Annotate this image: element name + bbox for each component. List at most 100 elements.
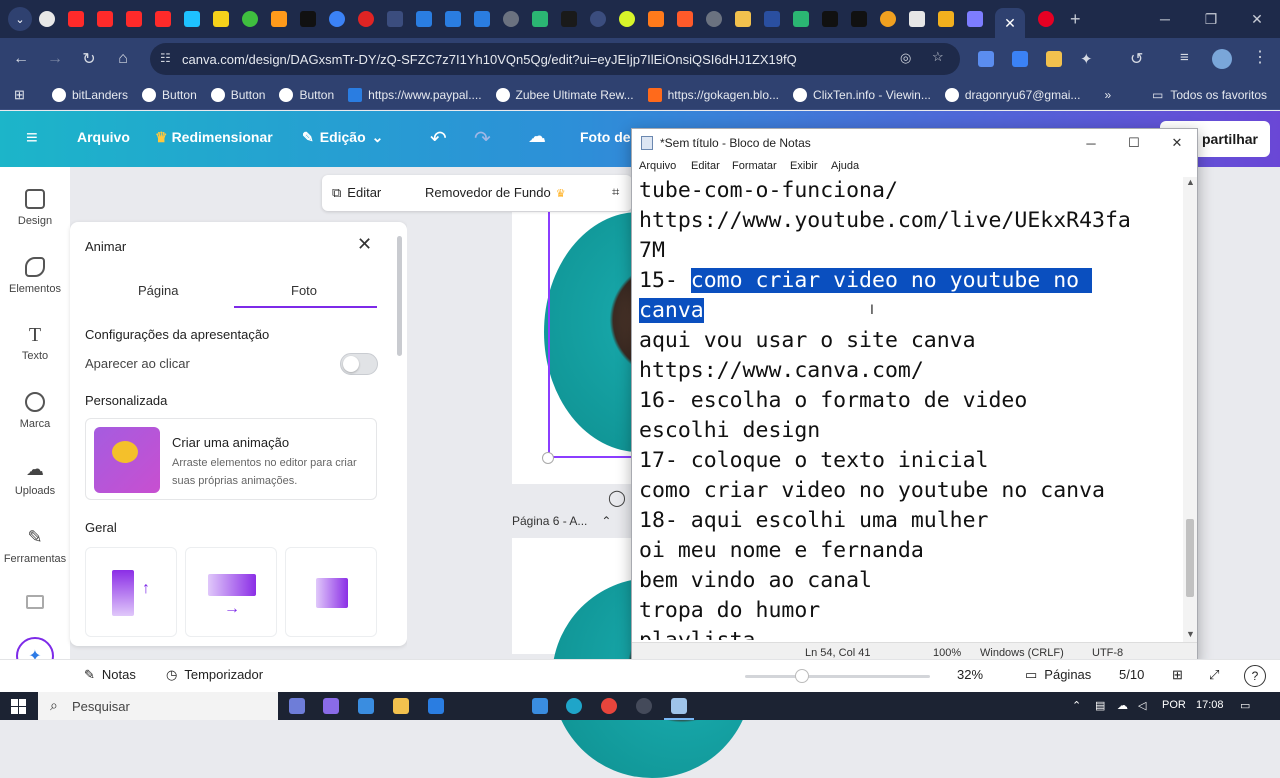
- tab-favicon[interactable]: [880, 11, 896, 27]
- menu-file[interactable]: Arquivo: [639, 160, 676, 172]
- tab-favicon[interactable]: [213, 11, 229, 27]
- input-language[interactable]: POR: [1162, 699, 1186, 711]
- tab-favicon[interactable]: [387, 11, 403, 27]
- menu-view[interactable]: Exibir: [790, 160, 818, 172]
- notes-button[interactable]: ✎ Notas: [84, 667, 136, 683]
- tab-favicon[interactable]: [184, 11, 200, 27]
- taskbar-app-icon[interactable]: [428, 698, 444, 714]
- file-menu[interactable]: Arquivo: [77, 129, 130, 145]
- tab-favicon-youtube[interactable]: [68, 11, 84, 27]
- taskbar-app-icon[interactable]: [636, 698, 652, 714]
- edge-icon[interactable]: [566, 698, 582, 714]
- back-icon[interactable]: ←: [4, 42, 38, 76]
- chrome-icon[interactable]: [601, 698, 617, 714]
- notepad-text-area[interactable]: tube-com-o-funciona/https://www.youtube.…: [639, 176, 1184, 640]
- new-tab-icon[interactable]: +: [1070, 9, 1081, 30]
- folder-icon[interactable]: [26, 595, 44, 609]
- windows-start-icon[interactable]: [11, 699, 26, 714]
- tab-favicon[interactable]: [851, 11, 867, 27]
- timer-button[interactable]: ◷ Temporizador: [166, 667, 263, 683]
- bookmark-item[interactable]: Zubee Ultimate Rew...: [495, 87, 634, 102]
- rail-item-elements[interactable]: Elementos: [0, 257, 70, 295]
- design-title[interactable]: Foto de: [580, 129, 631, 145]
- animation-preset-rise[interactable]: ↑: [85, 547, 177, 637]
- tab-favicon[interactable]: [271, 11, 287, 27]
- tab-favicon[interactable]: [242, 11, 258, 27]
- tab-favicon-youtube[interactable]: [97, 11, 113, 27]
- tray-chevron-up-icon[interactable]: ⌃: [1072, 699, 1081, 712]
- tab-favicon[interactable]: [938, 11, 954, 27]
- translate-icon[interactable]: [1012, 51, 1028, 67]
- comment-icon[interactable]: ◯: [608, 488, 626, 508]
- tab-favicon[interactable]: [706, 11, 722, 27]
- tab-favicon[interactable]: [793, 11, 809, 27]
- tab-search-button[interactable]: ⌄: [8, 7, 32, 31]
- close-icon[interactable]: ✕: [357, 234, 372, 255]
- tab-favicon[interactable]: [300, 11, 316, 27]
- tab-favicon-youtube[interactable]: [155, 11, 171, 27]
- bookmark-star-icon[interactable]: ☆: [932, 49, 944, 65]
- bookmark-item[interactable]: https://gokagen.blo...: [647, 87, 779, 102]
- tab-favicon[interactable]: [764, 11, 780, 27]
- tab-favicon[interactable]: [909, 11, 925, 27]
- site-info-icon[interactable]: ☷: [160, 51, 174, 65]
- window-restore-icon[interactable]: ❐: [1188, 0, 1234, 38]
- window-minimize-icon[interactable]: ─: [1142, 0, 1188, 38]
- onedrive-icon[interactable]: ☁: [1117, 699, 1128, 712]
- pages-button[interactable]: ▭ Páginas: [1025, 667, 1091, 683]
- design-page[interactable]: [512, 212, 734, 484]
- tab-favicon[interactable]: [967, 11, 983, 27]
- history-icon[interactable]: ↺: [1130, 49, 1143, 69]
- extension-icon[interactable]: [1046, 51, 1062, 67]
- chrome-menu-icon[interactable]: ⋮: [1252, 47, 1268, 67]
- window-close-icon[interactable]: ✕: [1234, 0, 1280, 38]
- tab-favicon[interactable]: [735, 11, 751, 27]
- animation-preset-pan[interactable]: →: [185, 547, 277, 637]
- scroll-down-icon[interactable]: ▼: [1186, 629, 1195, 639]
- tab-favicon[interactable]: [677, 11, 693, 27]
- bookmark-item[interactable]: Button: [210, 87, 265, 102]
- hamburger-menu-icon[interactable]: ≡: [26, 127, 38, 150]
- tab-photo[interactable]: Foto: [291, 283, 317, 298]
- cloud-save-icon[interactable]: ☁: [528, 126, 546, 147]
- edit-mode-dropdown[interactable]: ✎ Edição ⌄: [302, 129, 383, 146]
- help-button[interactable]: ?: [1244, 665, 1266, 687]
- volume-icon[interactable]: ◁: [1138, 699, 1146, 712]
- crop-icon[interactable]: ⌗: [612, 184, 619, 200]
- minimize-icon[interactable]: ─: [1069, 129, 1113, 157]
- tab-favicon[interactable]: [619, 11, 635, 27]
- rail-item-uploads[interactable]: ☁ Uploads: [0, 459, 70, 497]
- reload-icon[interactable]: ↻: [72, 42, 106, 76]
- menu-help[interactable]: Ajuda: [831, 160, 859, 172]
- tab-favicon[interactable]: [822, 11, 838, 27]
- tab-favicon[interactable]: [445, 11, 461, 27]
- bookmark-item[interactable]: Button: [142, 87, 197, 102]
- bookmark-item[interactable]: https://www.paypal....: [348, 87, 482, 102]
- file-explorer-icon[interactable]: [393, 698, 409, 714]
- home-icon[interactable]: ⌂: [106, 42, 140, 76]
- tab-page[interactable]: Página: [138, 283, 178, 298]
- apps-grid-icon[interactable]: ⊞: [14, 87, 28, 102]
- appear-on-click-toggle[interactable]: [340, 353, 378, 375]
- tab-favicon[interactable]: [39, 11, 55, 27]
- maximize-icon[interactable]: ☐: [1112, 129, 1156, 157]
- taskbar-app-icon[interactable]: [532, 698, 548, 714]
- rail-item-tools[interactable]: ✎ Ferramentas: [0, 527, 70, 565]
- extension-icon[interactable]: [978, 51, 994, 67]
- tab-favicon[interactable]: [358, 11, 374, 27]
- notepad-vertical-scrollbar[interactable]: ▲ ▼: [1183, 177, 1197, 642]
- bookmarks-overflow[interactable]: »: [1104, 88, 1111, 102]
- tab-favicon[interactable]: [474, 11, 490, 27]
- resize-handle[interactable]: [542, 452, 554, 464]
- eye-off-icon[interactable]: ◎: [900, 50, 911, 66]
- tab-favicon[interactable]: [590, 11, 606, 27]
- redo-icon[interactable]: ↷: [474, 126, 491, 151]
- taskbar-app-icon[interactable]: [289, 698, 305, 714]
- bg-remover-button[interactable]: Removedor de Fundo ♛: [425, 185, 566, 200]
- rail-item-brand[interactable]: Marca: [0, 392, 70, 430]
- bookmark-item[interactable]: Button: [279, 87, 334, 102]
- notepad-titlebar[interactable]: *Sem título - Bloco de Notas ─ ☐ ✕: [632, 129, 1197, 157]
- taskbar-app-icon[interactable]: [323, 698, 339, 714]
- tab-favicon[interactable]: [532, 11, 548, 27]
- taskbar-app-icon[interactable]: [358, 698, 374, 714]
